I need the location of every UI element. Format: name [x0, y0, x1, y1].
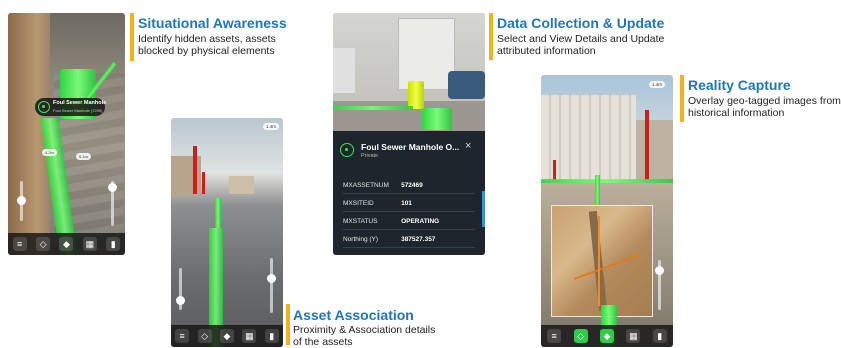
distance-label: 5.1m [76, 153, 91, 160]
manhole-cylinder [408, 81, 424, 109]
slider-knob[interactable] [655, 266, 664, 275]
asset-marker-icon [38, 101, 50, 113]
marker-pole [553, 160, 556, 180]
building [229, 176, 254, 194]
info-row: Northing (Y) 387527.357 [343, 231, 475, 248]
scale-label: 1.4m [263, 123, 280, 130]
row-value: OPERATING [401, 217, 440, 225]
pipe-line [333, 106, 413, 110]
info-row: MXASSETNUM 572469 [343, 177, 475, 194]
pipe-line [215, 198, 221, 228]
scale-label: 1.4m [649, 81, 666, 88]
slider-knob[interactable] [17, 196, 26, 205]
bottom-toolbar: ≡ ◇ ◆ ▦ ▮ [171, 325, 283, 347]
compass-icon[interactable]: ◆ [599, 329, 614, 343]
row-key: Northing (Y) [343, 235, 379, 243]
screenshot-asset-association: 1.4m ≡ ◇ ◆ ▦ ▮ [171, 118, 283, 347]
manhole-cylinder [422, 108, 452, 130]
cable [573, 254, 641, 280]
screenshot-reality-capture: 1.4m ≡ ◇ ◆ ▦ ▮ [541, 75, 673, 347]
grid-icon[interactable]: ▦ [242, 329, 257, 343]
data-collection-desc-2: attributed information [497, 45, 596, 57]
slider-knob[interactable] [176, 296, 185, 305]
bottom-toolbar: ≡ ◇ ◆ ▦ ▮ [541, 325, 673, 347]
reality-capture-title: Reality Capture [688, 77, 791, 93]
left-slider[interactable] [176, 268, 185, 310]
popup-title: Foul Sewer Manhole [53, 100, 107, 106]
pipe-line [595, 175, 600, 205]
row-value: 572469 [401, 181, 423, 189]
close-icon[interactable]: × [465, 140, 471, 152]
map-icon[interactable]: ▮ [106, 237, 121, 251]
marker-pole [202, 172, 205, 194]
callout-bar [130, 13, 134, 61]
asset-association-desc-2: of the assets [293, 336, 353, 348]
callout-bar [680, 75, 684, 122]
marker-pole [193, 146, 197, 194]
layers-icon[interactable]: ◇ [36, 237, 51, 251]
popup-subtitle: Foul Sewer Manhole (7259) [53, 108, 103, 113]
menu-icon[interactable]: ≡ [175, 329, 190, 343]
slider-knob[interactable] [267, 274, 276, 283]
info-row: MXSTATUS OPERATING [343, 213, 475, 230]
compass-icon[interactable]: ◆ [219, 329, 234, 343]
pipe-line [541, 179, 673, 183]
right-slider[interactable] [267, 258, 276, 313]
menu-icon[interactable]: ≡ [12, 237, 27, 251]
callout-bar [286, 304, 290, 345]
situational-desc-1: Identify hidden assets, assets [138, 33, 276, 45]
screenshot-situational-awareness: Foul Sewer Manhole Foul Sewer Manhole (7… [8, 13, 125, 255]
layers-icon[interactable]: ◇ [573, 329, 588, 343]
screenshot-data-collection: Foul Sewer Manhole O... Private × MXASSE… [333, 13, 485, 255]
card-subtitle: Private [361, 153, 379, 159]
car [333, 48, 355, 93]
marker-pole [645, 110, 649, 180]
historical-image-overlay[interactable] [551, 205, 653, 317]
asset-association-desc-1: Proximity & Association details [293, 324, 436, 336]
distance-label: 4.2m [42, 149, 57, 156]
right-slider[interactable] [655, 260, 664, 310]
situational-title: Situational Awareness [138, 15, 287, 31]
right-slider[interactable] [108, 181, 117, 226]
menu-icon[interactable]: ≡ [547, 329, 562, 343]
row-key: MXSITEID [343, 199, 374, 207]
garage-door [398, 18, 455, 90]
car [448, 71, 485, 99]
callout-bar [489, 13, 493, 60]
compass-icon[interactable]: ◆ [59, 237, 74, 251]
row-value: 101 [401, 199, 412, 207]
data-collection-title: Data Collection & Update [497, 15, 665, 31]
building [636, 120, 673, 180]
slider-knob[interactable] [108, 183, 117, 192]
asset-detail-card: Foul Sewer Manhole O... Private × MXASSE… [333, 131, 485, 255]
grid-icon[interactable]: ▦ [626, 329, 641, 343]
map-icon[interactable]: ▮ [652, 329, 667, 343]
cable [598, 216, 600, 306]
grid-icon[interactable]: ▦ [82, 237, 97, 251]
row-key: MXSTATUS [343, 217, 378, 225]
layers-icon[interactable]: ◇ [197, 329, 212, 343]
row-key: MXASSETNUM [343, 181, 389, 189]
asset-popup[interactable]: Foul Sewer Manhole Foul Sewer Manhole (7… [35, 98, 107, 116]
bottom-toolbar: ≡ ◇ ◆ ▦ ▮ [8, 233, 125, 255]
asset-association-title: Asset Association [293, 307, 414, 323]
reality-capture-desc-2: historical information [688, 107, 785, 119]
scroll-indicator[interactable] [482, 191, 485, 227]
asset-marker-icon [340, 143, 354, 157]
card-title: Foul Sewer Manhole O... [361, 142, 460, 152]
reality-capture-desc-1: Overlay geo-tagged images from [688, 95, 841, 107]
left-slider[interactable] [17, 181, 26, 221]
row-value: 387527.357 [401, 235, 436, 243]
info-row: MXSITEID 101 [343, 195, 475, 212]
map-icon[interactable]: ▮ [264, 329, 279, 343]
situational-desc-2: blocked by physical elements [138, 45, 275, 57]
data-collection-desc-1: Select and View Details and Update [497, 33, 665, 45]
